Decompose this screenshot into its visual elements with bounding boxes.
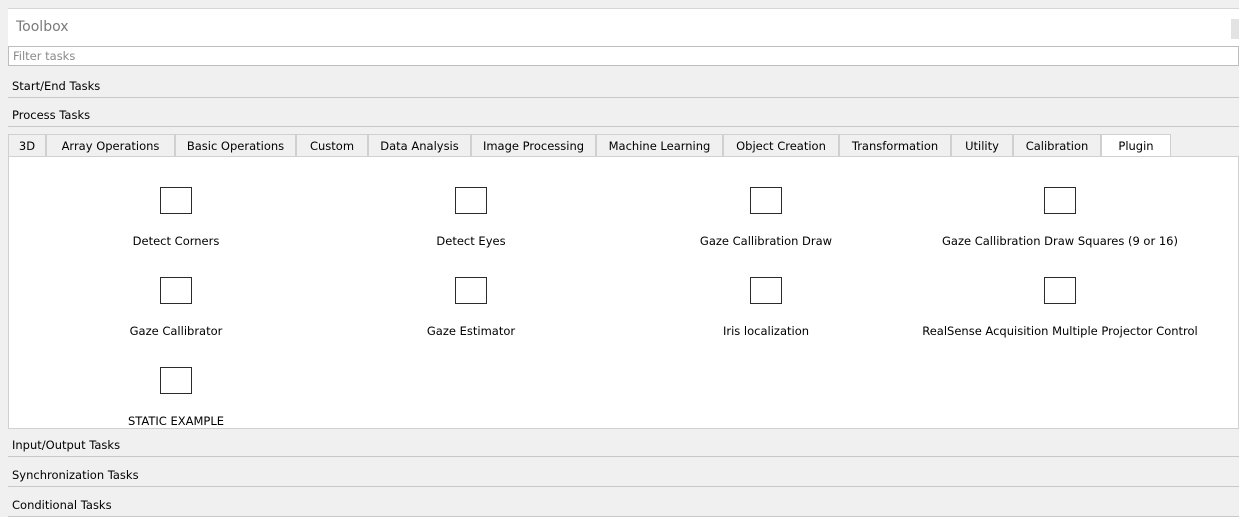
task-icon: [750, 277, 782, 304]
task-label: Detect Corners: [132, 234, 220, 248]
section-synchronization-tasks[interactable]: Synchronization Tasks: [8, 465, 1239, 487]
section-input-output-tasks[interactable]: Input/Output Tasks: [8, 435, 1239, 457]
task-icon: [160, 187, 192, 214]
tab-array-operations[interactable]: Array Operations: [46, 134, 175, 157]
tab-custom[interactable]: Custom: [296, 134, 368, 157]
task-icon: [750, 187, 782, 214]
task-icon: [160, 277, 192, 304]
section-process-tasks[interactable]: Process Tasks: [8, 105, 1239, 127]
section-start-end-tasks[interactable]: Start/End Tasks: [8, 76, 1239, 98]
task-realsense-acquisition[interactable]: RealSense Acquisition Multiple Projector…: [915, 277, 1205, 349]
task-detect-eyes[interactable]: Detect Eyes: [326, 187, 616, 259]
task-label: STATIC EXAMPLE: [127, 414, 225, 428]
filter-tasks-input[interactable]: [8, 46, 1239, 66]
tab-data-analysis[interactable]: Data Analysis: [368, 134, 471, 157]
task-label: Detect Eyes: [436, 234, 506, 248]
process-task-tabs: 3D Array Operations Basic Operations Cus…: [8, 134, 1239, 157]
task-icon: [455, 187, 487, 214]
tab-image-processing[interactable]: Image Processing: [471, 134, 596, 157]
tab-object-creation[interactable]: Object Creation: [723, 134, 839, 157]
task-label: Gaze Estimator: [426, 324, 516, 338]
tab-calibration[interactable]: Calibration: [1013, 134, 1101, 157]
task-label: Gaze Callibrator: [129, 324, 223, 338]
task-label: Gaze Callibration Draw: [699, 234, 833, 248]
task-icon: [1044, 187, 1076, 214]
task-label: RealSense Acquisition Multiple Projector…: [922, 324, 1198, 338]
tab-plugin[interactable]: Plugin: [1101, 134, 1171, 157]
task-icon: [1044, 277, 1076, 304]
task-icon: [160, 367, 192, 394]
task-icon: [455, 277, 487, 304]
plugin-tasks-panel: Detect Corners Detect Eyes Gaze Callibra…: [8, 156, 1239, 429]
header-scroll-handle[interactable]: [1231, 19, 1239, 39]
task-static-example[interactable]: STATIC EXAMPLE: [31, 367, 321, 439]
toolbox-title: Toolbox: [16, 19, 69, 35]
task-label: Gaze Callibration Draw Squares (9 or 16): [942, 234, 1178, 248]
task-label: Iris localization: [722, 324, 810, 338]
task-iris-localization[interactable]: Iris localization: [621, 277, 911, 349]
tab-machine-learning[interactable]: Machine Learning: [596, 134, 723, 157]
task-gaze-callibration-draw[interactable]: Gaze Callibration Draw: [621, 187, 911, 259]
toolbox-header: Toolbox: [8, 8, 1239, 46]
task-gaze-callibration-draw-squares[interactable]: Gaze Callibration Draw Squares (9 or 16): [915, 187, 1205, 259]
task-detect-corners[interactable]: Detect Corners: [31, 187, 321, 259]
tab-utility[interactable]: Utility: [951, 134, 1013, 157]
task-gaze-callibrator[interactable]: Gaze Callibrator: [31, 277, 321, 349]
section-conditional-tasks[interactable]: Conditional Tasks: [8, 495, 1239, 517]
tab-basic-operations[interactable]: Basic Operations: [175, 134, 296, 157]
tab-transformation[interactable]: Transformation: [839, 134, 951, 157]
task-gaze-estimator[interactable]: Gaze Estimator: [326, 277, 616, 349]
tab-3d[interactable]: 3D: [8, 134, 46, 157]
